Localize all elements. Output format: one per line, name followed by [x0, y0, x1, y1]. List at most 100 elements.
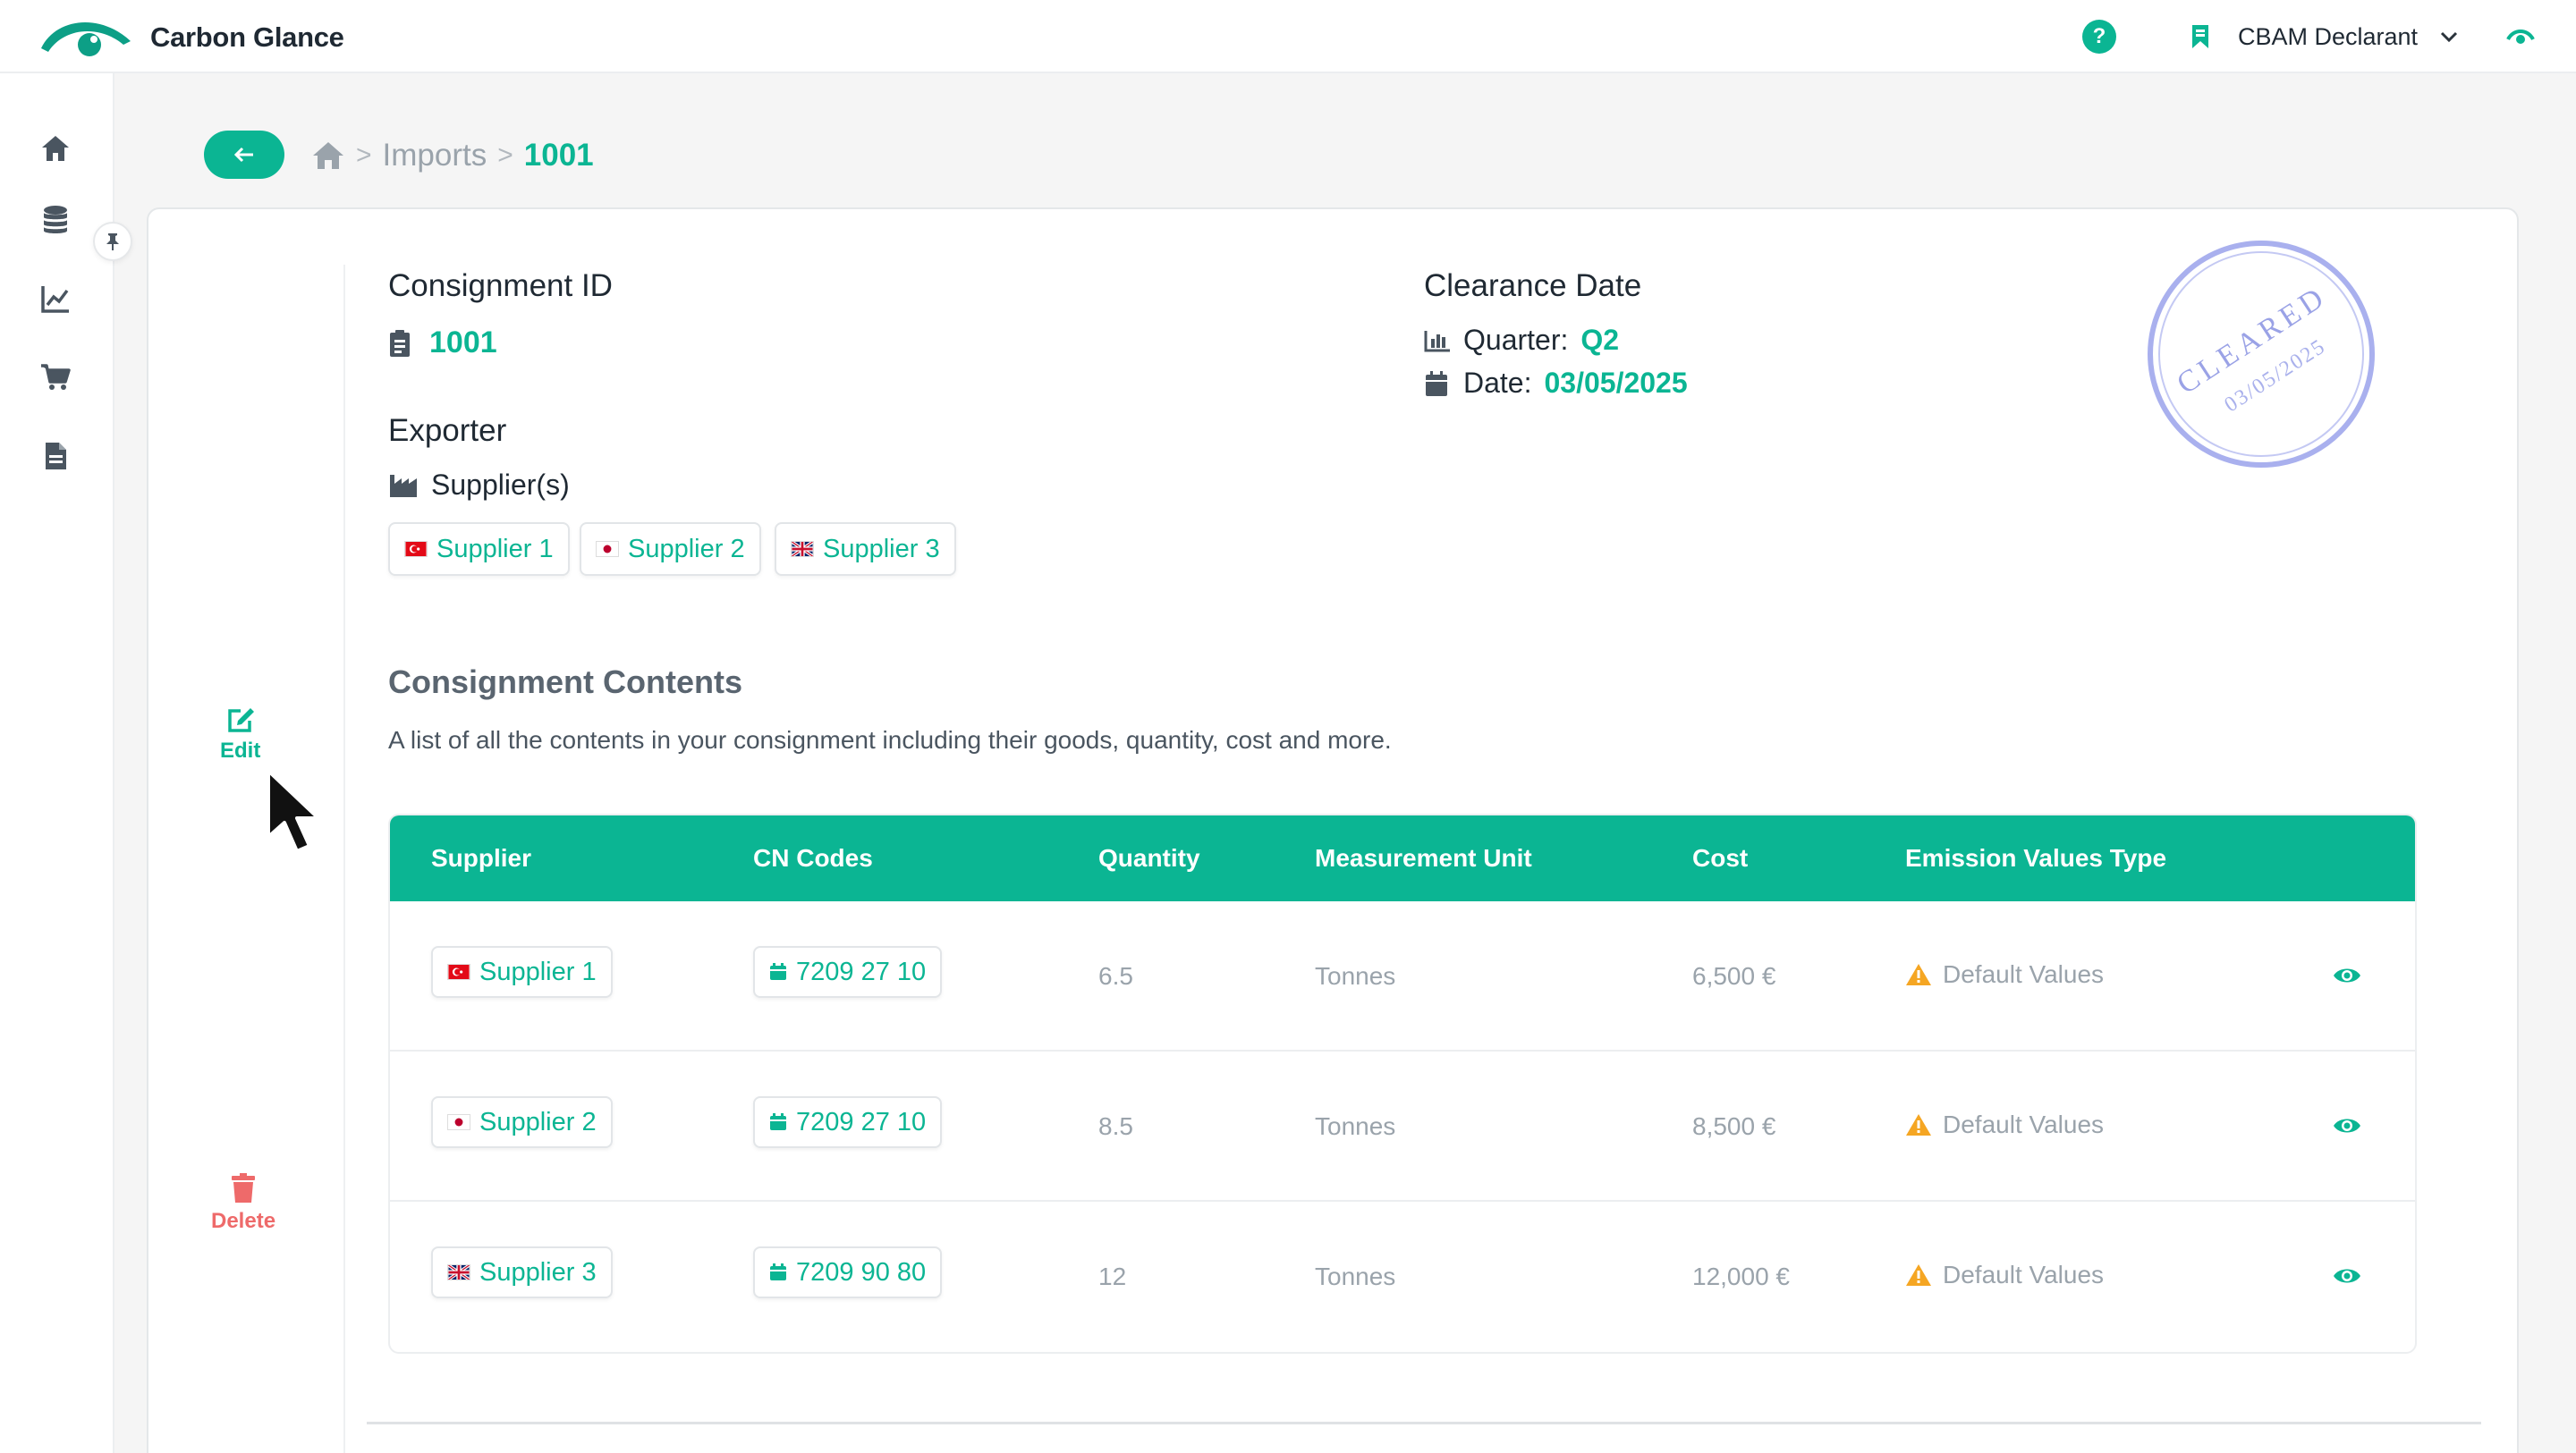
- breadcrumb-separator: >: [497, 140, 513, 170]
- supplier-chip-1[interactable]: Supplier 1: [388, 522, 570, 576]
- bottom-divider: [367, 1422, 2481, 1424]
- flag-japan-icon: [447, 1114, 470, 1130]
- row-cn-code: 7209 27 10: [796, 957, 927, 986]
- suppliers-label: Supplier(s): [431, 469, 570, 501]
- breadcrumb-imports[interactable]: Imports: [383, 138, 487, 173]
- row-supplier-label: Supplier 2: [479, 1107, 597, 1136]
- date-row: Date: 03/05/2025: [1424, 367, 1688, 400]
- row-emission-label: Default Values: [1943, 960, 2105, 988]
- database-icon[interactable]: [39, 204, 72, 236]
- flag-japan-icon: [596, 541, 619, 557]
- eye-icon[interactable]: [2333, 1116, 2361, 1136]
- row-quantity: 12: [1098, 1263, 1127, 1290]
- role-selector[interactable]: CBAM Declarant: [2190, 18, 2459, 55]
- document-icon[interactable]: [39, 440, 72, 472]
- calendar-icon: [770, 1263, 786, 1280]
- pin-icon: [106, 233, 119, 250]
- edit-button[interactable]: Edit: [220, 706, 260, 764]
- calendar-icon: [770, 963, 786, 980]
- home-icon[interactable]: [39, 132, 72, 165]
- row-emission: Default Values: [1905, 1111, 2104, 1139]
- edit-icon: [227, 708, 254, 732]
- row-unit: Tonnes: [1315, 1263, 1396, 1290]
- row-unit: Tonnes: [1315, 962, 1396, 990]
- line-chart-icon[interactable]: [39, 283, 72, 315]
- consignment-id-label: Consignment ID: [388, 268, 613, 303]
- brand-name: Carbon Glance: [150, 21, 344, 53]
- supplier-chip-label: Supplier 2: [628, 534, 745, 563]
- contents-title: Consignment Contents: [388, 663, 742, 700]
- pin-button[interactable]: [93, 222, 132, 261]
- edit-label: Edit: [220, 739, 261, 763]
- cart-icon[interactable]: [39, 361, 72, 393]
- warning-icon: [1906, 1264, 1931, 1286]
- help-button[interactable]: ?: [2082, 20, 2116, 54]
- row-cost: 12,000 €: [1692, 1263, 1790, 1290]
- row-cost: 6,500 €: [1692, 962, 1776, 990]
- row-supplier-chip[interactable]: Supplier 1: [431, 946, 613, 998]
- cleared-stamp: CLEARED 03/05/2025: [2148, 241, 2375, 468]
- contents-table: Supplier CN Codes Quantity Measurement U…: [388, 814, 2417, 1354]
- supplier-chip-2[interactable]: Supplier 2: [580, 522, 761, 576]
- delete-label: Delete: [211, 1209, 276, 1233]
- eye-icon[interactable]: [2333, 966, 2361, 985]
- supplier-chip-label: Supplier 1: [436, 534, 554, 563]
- warning-icon: [1906, 1114, 1931, 1136]
- row-supplier-chip[interactable]: Supplier 3: [431, 1246, 613, 1298]
- trash-icon: [232, 1173, 256, 1203]
- top-bar: Carbon Glance ? CBAM Declarant: [0, 0, 2576, 73]
- breadcrumb-current: 1001: [523, 138, 594, 173]
- row-supplier-chip[interactable]: Supplier 2: [431, 1096, 613, 1148]
- supplier-chip-label: Supplier 3: [823, 534, 940, 563]
- calendar-icon: [770, 1113, 786, 1130]
- back-button[interactable]: [204, 131, 284, 179]
- breadcrumb: > Imports > 1001: [311, 134, 594, 177]
- supplier-chip-3[interactable]: Supplier 3: [775, 522, 956, 576]
- row-supplier-label: Supplier 1: [479, 957, 597, 986]
- row-cn-code: 7209 90 80: [796, 1257, 927, 1287]
- flag-uk-icon: [447, 1264, 470, 1280]
- row-cn-code-chip[interactable]: 7209 27 10: [753, 946, 943, 998]
- warning-icon: [1906, 964, 1931, 985]
- row-cn-code-chip[interactable]: 7209 27 10: [753, 1096, 943, 1148]
- eye-icon[interactable]: [2333, 1266, 2361, 1286]
- home-icon[interactable]: [311, 140, 345, 171]
- table-row: Supplier 1 7209 27 10 6.5 Tonnes 6,500 €…: [390, 901, 2415, 1052]
- consignment-id-value: 1001: [429, 325, 497, 359]
- mouse-cursor-icon: [267, 769, 320, 853]
- chevron-down-icon: [2441, 31, 2458, 43]
- row-emission: Default Values: [1905, 1261, 2104, 1289]
- card-divider: [343, 265, 345, 1453]
- eye-icon[interactable]: [2506, 27, 2535, 46]
- row-supplier-label: Supplier 3: [479, 1257, 597, 1287]
- row-emission-label: Default Values: [1943, 1111, 2105, 1138]
- row-cn-code: 7209 27 10: [796, 1107, 927, 1136]
- column-header-cost: Cost: [1692, 844, 1749, 872]
- date-value: 03/05/2025: [1544, 367, 1688, 399]
- eye-arc-logo[interactable]: [38, 13, 134, 61]
- table-header: Supplier CN Codes Quantity Measurement U…: [390, 815, 2415, 901]
- role-label: CBAM Declarant: [2238, 22, 2419, 50]
- suppliers-row: Supplier(s): [388, 469, 570, 502]
- bar-chart-icon: [1424, 330, 1450, 351]
- row-cn-code-chip[interactable]: 7209 90 80: [753, 1246, 943, 1298]
- row-emission: Default Values: [1905, 960, 2104, 989]
- flag-turkey-icon: [447, 964, 470, 980]
- table-row: Supplier 2 7209 27 10 8.5 Tonnes 8,500 €…: [390, 1052, 2415, 1202]
- row-quantity: 6.5: [1098, 962, 1133, 990]
- column-header-quantity: Quantity: [1098, 844, 1200, 872]
- sidebar: [0, 73, 114, 1453]
- delete-button[interactable]: Delete: [211, 1173, 275, 1234]
- contents-subtitle: A list of all the contents in your consi…: [388, 726, 1392, 754]
- quarter-value: Q2: [1580, 324, 1620, 356]
- quarter-row: Quarter: Q2: [1424, 324, 1619, 357]
- column-header-emission: Emission Values Type: [1905, 844, 2167, 872]
- bookmark-icon: [2192, 25, 2208, 48]
- row-cost: 8,500 €: [1692, 1112, 1776, 1140]
- date-label: Date:: [1463, 367, 1532, 399]
- exporter-label: Exporter: [388, 413, 507, 448]
- flag-turkey-icon: [404, 541, 428, 557]
- row-unit: Tonnes: [1315, 1112, 1396, 1140]
- clearance-date-label: Clearance Date: [1424, 268, 1642, 303]
- calendar-icon: [1426, 370, 1447, 396]
